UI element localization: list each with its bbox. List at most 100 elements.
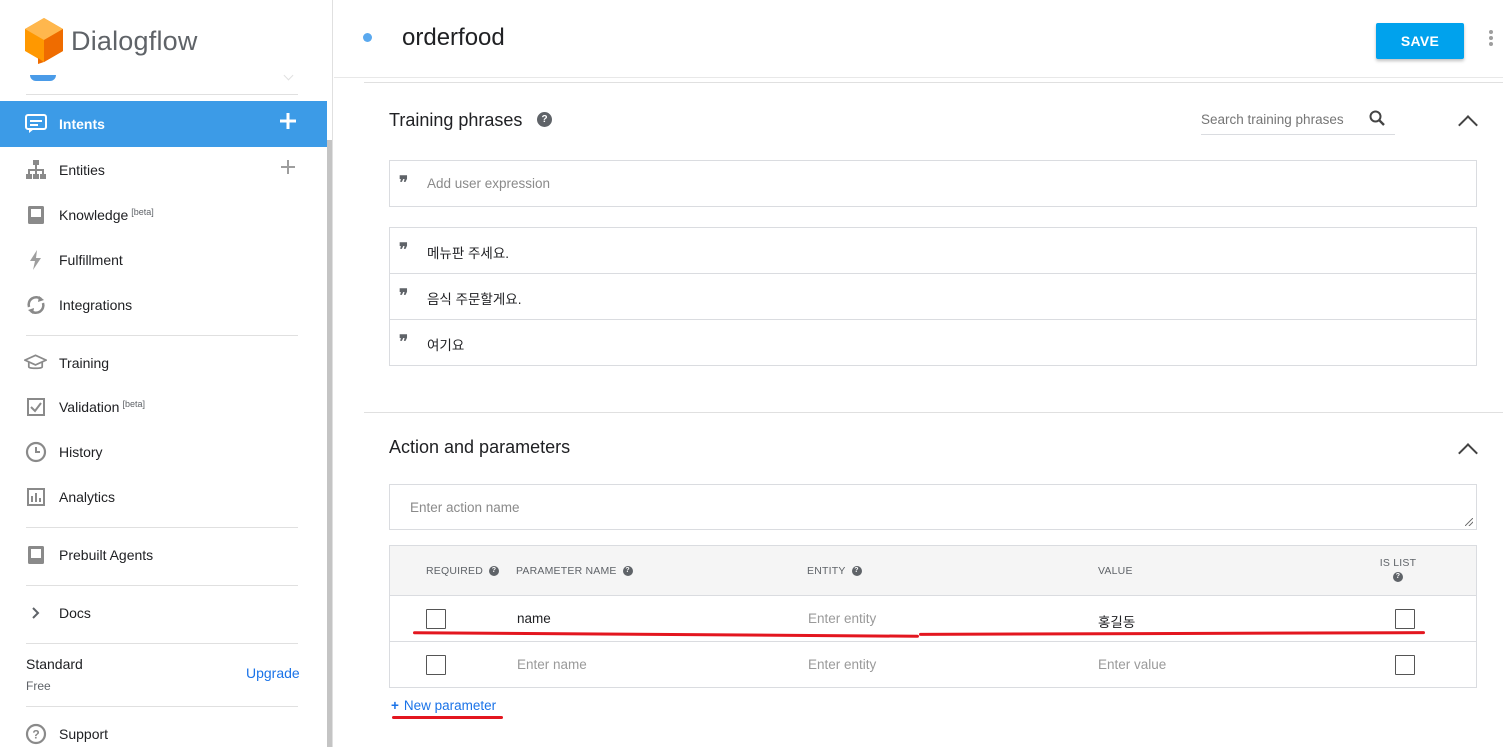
quote-icon: ❞: [399, 173, 408, 193]
quote-icon: ❞: [399, 286, 408, 306]
sidebar: Dialogflow Intents Entities Knowledge [b…: [0, 0, 333, 747]
sidebar-item-label: Training: [59, 355, 110, 371]
sidebar-item-support[interactable]: ? Support: [0, 711, 327, 747]
help-icon[interactable]: ?: [851, 566, 862, 577]
graduation-cap-icon: [24, 352, 47, 375]
table-header: REQUIRED? PARAMETER NAME? ENTITY? VALUE …: [390, 546, 1476, 596]
required-checkbox[interactable]: [426, 609, 446, 629]
value-field[interactable]: Enter value: [1098, 657, 1166, 672]
column-value: VALUE: [1098, 565, 1133, 577]
sidebar-item-fulfillment[interactable]: Fulfillment: [0, 237, 327, 283]
action-parameters-title: Action and parameters: [389, 437, 571, 457]
column-label: REQUIRED: [426, 565, 484, 577]
training-phrase-row[interactable]: ❞ 여기요: [390, 320, 1476, 366]
sidebar-item-label: Validation: [59, 399, 120, 415]
sidebar-divider: [26, 527, 298, 528]
sidebar-item-entities[interactable]: Entities: [0, 147, 327, 193]
training-phrase-text[interactable]: 메뉴판 주세요.: [427, 242, 509, 262]
dialogflow-logo-icon: [25, 18, 63, 64]
help-icon[interactable]: ?: [537, 112, 552, 127]
help-icon[interactable]: ?: [1393, 572, 1403, 582]
chevron-down-icon: [283, 70, 294, 81]
sidebar-divider: [26, 585, 298, 586]
collapse-training-icon[interactable]: [1458, 115, 1478, 135]
plus-icon: +: [391, 698, 399, 713]
training-phrase-row[interactable]: ❞ 메뉴판 주세요.: [390, 228, 1476, 274]
section-divider: [364, 82, 1503, 83]
agent-book-icon: [24, 544, 47, 567]
search-training-phrases[interactable]: Search training phrases: [1201, 104, 1395, 135]
column-required: REQUIRED?: [426, 565, 500, 577]
bolt-icon: [24, 249, 47, 272]
training-phrase-text[interactable]: 여기요: [427, 334, 464, 354]
help-icon[interactable]: ?: [622, 566, 633, 577]
required-checkbox[interactable]: [426, 655, 446, 675]
training-phrase-row[interactable]: ❞ 음식 주문할게요.: [390, 274, 1476, 320]
sidebar-item-label: Support: [59, 726, 109, 742]
collapse-action-icon[interactable]: [1458, 443, 1478, 463]
sidebar-item-label: History: [59, 444, 103, 460]
add-user-expression-input[interactable]: ❞ Add user expression: [389, 160, 1477, 207]
sidebar-item-training[interactable]: Training: [0, 340, 327, 386]
search-placeholder: Search training phrases: [1201, 112, 1344, 127]
action-name-input[interactable]: Enter action name: [389, 484, 1477, 530]
training-phrase-list: ❞ 메뉴판 주세요. ❞ 음식 주문할게요. ❞ 여기요: [389, 227, 1477, 366]
sidebar-item-validation[interactable]: Validation [beta]: [0, 384, 327, 430]
sidebar-item-integrations[interactable]: Integrations: [0, 282, 327, 328]
quote-icon: ❞: [399, 332, 408, 352]
training-phrases-title: Training phrases: [389, 110, 523, 130]
chevron-right-icon: [24, 602, 47, 625]
sidebar-item-docs[interactable]: Docs: [0, 590, 327, 636]
sidebar-item-knowledge[interactable]: Knowledge [beta]: [0, 192, 327, 238]
checkbox-icon: [24, 396, 47, 419]
sidebar-divider: [26, 643, 298, 644]
book-icon: [24, 204, 47, 227]
add-entity-icon[interactable]: [279, 158, 297, 176]
annotation-underline: [392, 716, 503, 719]
section-divider: [364, 412, 1503, 413]
sidebar-item-label: Prebuilt Agents: [59, 547, 154, 563]
new-parameter-link[interactable]: + New parameter: [391, 698, 496, 713]
sidebar-item-history[interactable]: History: [0, 429, 327, 475]
clock-icon: [24, 441, 47, 464]
training-phrase-text[interactable]: 음식 주문할게요.: [427, 288, 521, 308]
brand[interactable]: Dialogflow: [25, 18, 198, 64]
sidebar-item-intents[interactable]: Intents: [0, 101, 327, 147]
column-parameter-name: PARAMETER NAME?: [516, 565, 633, 577]
add-intent-icon[interactable]: [279, 112, 297, 130]
sidebar-item-label: Integrations: [59, 297, 133, 313]
upgrade-link[interactable]: Upgrade: [246, 665, 300, 681]
svg-text:?: ?: [32, 728, 39, 742]
sidebar-divider: [26, 706, 298, 707]
column-entity: ENTITY?: [807, 565, 862, 577]
entity-field[interactable]: Enter entity: [808, 657, 876, 672]
is-list-checkbox[interactable]: [1395, 609, 1415, 629]
sidebar-item-analytics[interactable]: Analytics: [0, 474, 327, 520]
resize-handle-icon[interactable]: [1465, 518, 1473, 526]
agent-badge: [30, 75, 56, 81]
help-circle-icon: ?: [24, 723, 47, 746]
is-list-checkbox[interactable]: [1395, 655, 1415, 675]
search-icon[interactable]: [1369, 110, 1385, 126]
sidebar-scrollbar[interactable]: [327, 140, 332, 747]
sidebar-item-label: Analytics: [59, 489, 116, 505]
sidebar-item-label: Fulfillment: [59, 252, 123, 268]
sidebar-item-label: Knowledge: [59, 207, 129, 223]
add-expression-placeholder: Add user expression: [427, 176, 551, 191]
sidebar-item-label: Docs: [59, 605, 91, 621]
table-row: Enter name Enter entity Enter value: [390, 642, 1476, 688]
sidebar-item-label: Intents: [59, 116, 105, 132]
action-placeholder: Enter action name: [410, 500, 520, 515]
chat-bubble-icon: [24, 113, 47, 136]
value-field[interactable]: 홍길동: [1098, 611, 1135, 631]
parameter-name-field[interactable]: Enter name: [517, 657, 587, 672]
agent-selector[interactable]: [26, 70, 298, 95]
column-is-list: IS LIST ?: [1375, 557, 1421, 582]
parameter-name-field[interactable]: name: [517, 611, 551, 626]
help-icon[interactable]: ?: [489, 566, 500, 577]
entity-field[interactable]: Enter entity: [808, 611, 876, 626]
sidebar-item-prebuilt-agents[interactable]: Prebuilt Agents: [0, 532, 327, 578]
quote-icon: ❞: [399, 240, 408, 260]
parameters-table: REQUIRED? PARAMETER NAME? ENTITY? VALUE …: [389, 545, 1477, 688]
beta-badge: [beta]: [122, 399, 145, 409]
